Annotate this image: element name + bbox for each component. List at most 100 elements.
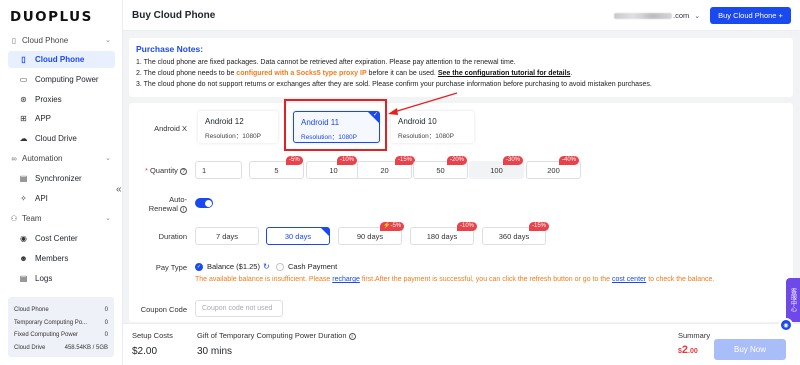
stat-row: Fixed Computing Power 0 <box>14 329 108 342</box>
sidebar-item-label: APP <box>35 114 52 123</box>
notes-title: Purchase Notes: <box>136 44 204 54</box>
page-title: Buy Cloud Phone <box>132 10 216 21</box>
note-text: 2. The cloud phone needs to be <box>136 70 237 77</box>
sidebar-item-computing-power[interactable]: ▭ Computing Power <box>8 71 115 88</box>
help-chat-icon[interactable]: ◉ <box>779 318 793 332</box>
pay-option-balance[interactable]: ✓ Balance ($1.25) ↻ <box>195 262 270 271</box>
auto-renewal-toggle[interactable] <box>195 198 213 208</box>
stat-label: Cloud Drive <box>14 344 46 351</box>
collapse-sidebar-icon[interactable]: « <box>116 184 122 195</box>
sidebar-item-label: API <box>35 194 48 203</box>
sidebar-item-app[interactable]: ⊞ APP <box>8 110 115 127</box>
coupon-input[interactable]: Coupon code not used <box>195 300 283 317</box>
stat-row: Temporary Computing Po... 0 <box>14 317 108 330</box>
note-line-2: 2. The cloud phone needs to be configure… <box>136 70 572 77</box>
purchase-notes: Purchase Notes: 1. The cloud phone are f… <box>129 38 793 97</box>
discount-badge: ⚡-5% <box>380 222 405 231</box>
sidebar-item-logs[interactable]: ▤ Logs <box>8 270 115 287</box>
duration-option-7-days[interactable]: 7 days <box>195 227 259 245</box>
auto-renewal-label-line1: Auto- <box>169 195 187 204</box>
help-icon[interactable]: ? <box>180 167 187 175</box>
stat-value: 458.54KB / 5GB <box>64 344 108 351</box>
sidebar-item-cost-center[interactable]: ◉ Cost Center <box>8 230 115 247</box>
sidebar-item-proxies[interactable]: ⊛ Proxies <box>8 91 115 108</box>
chevron-down-icon: ⌄ <box>105 215 111 222</box>
sidebar-item-api[interactable]: ✧ API <box>8 190 115 207</box>
sidebar-item-label: Members <box>35 254 69 263</box>
sidebar-item-cloud-drive[interactable]: ☁ Cloud Drive <box>8 130 115 147</box>
version-card-android-12[interactable]: Android 12 Resolution：1080P <box>198 111 278 143</box>
info-icon[interactable]: i <box>348 332 356 340</box>
setup-costs-label: Setup Costs <box>132 331 173 340</box>
sidebar: DUOPLUS ▯ Cloud Phone ⌄ ▯ Cloud Phone ▭ … <box>0 0 123 365</box>
sidebar-item-label: Logs <box>35 274 53 283</box>
note-line-1: 1. The cloud phone are fixed packages. D… <box>136 59 516 66</box>
auto-renewal-label: Auto- Renewal i <box>129 195 187 213</box>
android-version-label: Android X <box>154 124 187 133</box>
top-header: Buy Cloud Phone .com ⌄ Buy Cloud Phone + <box>123 0 800 31</box>
annotation-highlight-box <box>284 99 387 151</box>
buy-now-button[interactable]: Buy Now <box>714 339 786 360</box>
sidebar-item-label: Computing Power <box>35 75 99 84</box>
stat-label: Temporary Computing Po... <box>14 319 88 326</box>
sidebar-item-label: Proxies <box>35 95 62 104</box>
discount-badge: -10% <box>457 222 478 231</box>
pay-option-cash[interactable]: Cash Payment <box>276 262 337 271</box>
monitor-icon: ▭ <box>19 75 28 84</box>
sidebar-group-team[interactable]: ⚇ Team ⌄ <box>9 211 111 225</box>
sidebar-item-label: Cost Center <box>35 234 78 243</box>
phone-icon: ▯ <box>21 55 26 64</box>
version-resolution: Resolution：1080P <box>205 133 262 140</box>
selected-corner <box>321 228 329 236</box>
customer-service-tab[interactable]: 客服中心 <box>786 278 800 322</box>
price-decimal: .00 <box>688 348 698 355</box>
recharge-link[interactable]: recharge <box>332 276 360 283</box>
version-resolution: Resolution：1080P <box>398 133 455 140</box>
note-text: . <box>570 70 573 77</box>
stat-row: Cloud Phone 0 <box>14 304 108 317</box>
sidebar-item-label: Cloud Drive <box>35 134 77 143</box>
sidebar-item-members[interactable]: ☻ Members <box>8 250 115 267</box>
note-text: before it can be used. <box>366 70 438 77</box>
quantity-label: * Quantity ? <box>129 166 187 175</box>
account-menu[interactable]: .com ⌄ <box>614 11 700 20</box>
stat-value: 0 <box>104 332 108 339</box>
chevron-down-icon: ⌄ <box>105 155 111 162</box>
account-email-redacted <box>614 12 672 19</box>
sidebar-group-automation[interactable]: ∞ Automation ⌄ <box>9 151 111 165</box>
warning-text: first.After the payment is successful, y… <box>359 276 612 283</box>
sidebar-item-cloud-phone[interactable]: ▯ Cloud Phone <box>8 51 115 68</box>
usage-stats: Cloud Phone 0 Temporary Computing Po... 0 … <box>8 297 114 357</box>
sidebar-group-label: Cloud Phone <box>22 35 69 45</box>
cost-icon: ◉ <box>20 234 27 243</box>
phone-icon: ▯ <box>11 35 17 45</box>
sidebar-group-label: Automation <box>22 153 63 163</box>
stat-label: Fixed Computing Power <box>14 332 79 339</box>
discount-badge: -30% <box>503 156 524 165</box>
info-icon[interactable]: i <box>180 205 187 213</box>
automation-icon: ∞ <box>11 153 17 163</box>
setup-costs-value: $2.00 <box>132 346 158 357</box>
chevron-down-icon: ⌄ <box>105 37 111 44</box>
sidebar-item-synchronizer[interactable]: ▤ Synchronizer <box>8 170 115 187</box>
sidebar-group-cloud-phone[interactable]: ▯ Cloud Phone ⌄ <box>9 33 111 47</box>
quantity-input[interactable]: 1 <box>195 161 242 179</box>
annotation-arrow <box>388 92 458 115</box>
cost-center-link[interactable]: cost center <box>612 276 646 283</box>
discount-badge: -15% <box>395 156 416 165</box>
refresh-icon[interactable]: ↻ <box>263 262 270 271</box>
discount-badge: -5% <box>286 156 303 165</box>
sidebar-group-label: Team <box>22 213 42 223</box>
buy-cloud-phone-button[interactable]: Buy Cloud Phone + <box>710 7 791 24</box>
insufficient-balance-warning: The available balance is insufficient. P… <box>195 276 714 283</box>
sidebar-item-label: Synchronizer <box>35 174 82 183</box>
account-email-suffix: .com <box>673 11 690 20</box>
summary-label: Summary <box>678 331 711 340</box>
duration-label: Duration <box>158 232 187 241</box>
stat-row: Cloud Drive 458.54KB / 5GB <box>14 342 108 355</box>
duration-option-30-days[interactable]: 30 days <box>266 227 330 245</box>
stat-value: 0 <box>104 307 108 314</box>
version-name: Android 12 <box>205 117 244 126</box>
api-icon: ✧ <box>20 194 27 203</box>
tutorial-link[interactable]: See the configuration tutorial for detai… <box>438 70 571 77</box>
